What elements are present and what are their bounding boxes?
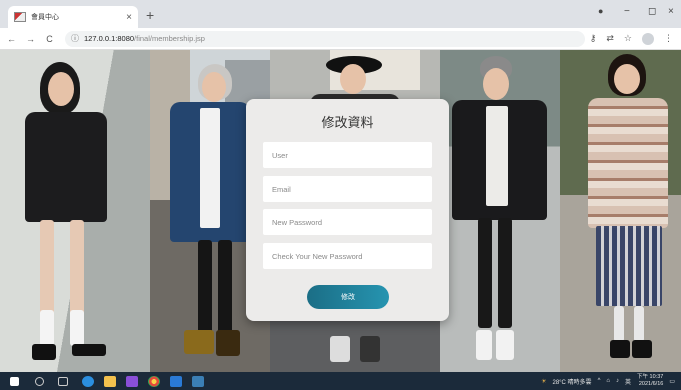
edge-browser-icon[interactable]	[82, 375, 94, 387]
app-icon[interactable]	[126, 375, 138, 387]
forward-button[interactable]: →	[23, 34, 38, 44]
edit-profile-form: 修改資料 修改	[246, 99, 449, 321]
network-icon[interactable]: ⌂	[606, 378, 610, 384]
close-window-button[interactable]: ×	[668, 6, 674, 17]
form-title: 修改資料	[321, 116, 374, 131]
app2-icon[interactable]	[192, 375, 204, 387]
background-photo-5	[560, 50, 681, 372]
url-host: 127.0.0.1:8080	[84, 34, 135, 43]
menu-dots-icon[interactable]: ⋮	[664, 33, 673, 45]
clock-time: 下午 10:37	[637, 374, 664, 380]
browser-toolbar: ← → C ⓘ 127.0.0.1:8080 /final/membership…	[0, 28, 681, 50]
tab-strip: 會員中心 × + ● − ◻ ×	[0, 0, 681, 28]
url-path: /final/membership.jsp	[134, 34, 205, 43]
check-password-input[interactable]	[263, 243, 432, 269]
page-viewport: 修改資料 修改	[0, 50, 681, 372]
weather-text[interactable]: 28°C 晴時多雲	[552, 377, 591, 386]
tab-membership[interactable]: 會員中心 ×	[8, 6, 138, 28]
site-info-icon[interactable]: ⓘ	[71, 33, 79, 44]
notification-icon[interactable]: ▭	[669, 378, 675, 385]
tab-title: 會員中心	[31, 14, 59, 21]
email-input[interactable]	[263, 176, 432, 202]
tray-chevron-icon[interactable]: ^	[598, 378, 601, 384]
clock-date: 2021/6/16	[638, 381, 664, 387]
task-view-icon[interactable]	[58, 376, 68, 386]
vscode-icon[interactable]	[170, 375, 182, 387]
background-photo-4	[440, 50, 560, 372]
key-icon[interactable]: ⚷	[590, 33, 597, 45]
system-tray: ☀ 28°C 晴時多雲 ^ ⌂ ♪ 英 下午 10:37 2021/6/16 ▭	[541, 374, 675, 388]
file-explorer-icon[interactable]	[104, 375, 116, 387]
search-icon[interactable]	[35, 376, 44, 386]
chrome-icon[interactable]	[148, 375, 160, 387]
user-input[interactable]	[263, 142, 432, 168]
ime-indicator[interactable]: 英	[625, 377, 631, 386]
minimize-button[interactable]: −	[624, 6, 630, 17]
browser-window: 會員中心 × + ● − ◻ × ← → C ⓘ 127.0.0.1:8080 …	[0, 0, 681, 390]
bookmark-star-icon[interactable]: ☆	[624, 33, 632, 45]
reload-button[interactable]: C	[42, 34, 57, 44]
address-bar[interactable]: ⓘ 127.0.0.1:8080 /final/membership.jsp	[65, 30, 585, 47]
submit-button[interactable]: 修改	[307, 285, 389, 309]
windows-taskbar: ☀ 28°C 晴時多雲 ^ ⌂ ♪ 英 下午 10:37 2021/6/16 ▭	[0, 372, 681, 390]
weather-icon: ☀	[541, 378, 547, 385]
toolbar-actions: ⚷ ⇄ ☆ ⋮	[590, 33, 673, 45]
start-button-icon[interactable]	[10, 376, 19, 386]
favicon-icon	[14, 12, 26, 22]
profile-dot-icon[interactable]: ●	[598, 6, 603, 16]
translate-icon[interactable]: ⇄	[606, 33, 614, 45]
new-tab-button[interactable]: +	[146, 7, 154, 23]
new-password-input[interactable]	[263, 209, 432, 235]
tab-close-icon[interactable]: ×	[126, 12, 132, 23]
clock[interactable]: 下午 10:37 2021/6/16	[637, 374, 663, 388]
back-button[interactable]: ←	[4, 34, 19, 44]
maximize-button[interactable]: ◻	[648, 6, 656, 17]
background-photo-1	[0, 50, 150, 372]
volume-icon[interactable]: ♪	[616, 378, 619, 384]
profile-avatar-icon[interactable]	[642, 33, 654, 45]
